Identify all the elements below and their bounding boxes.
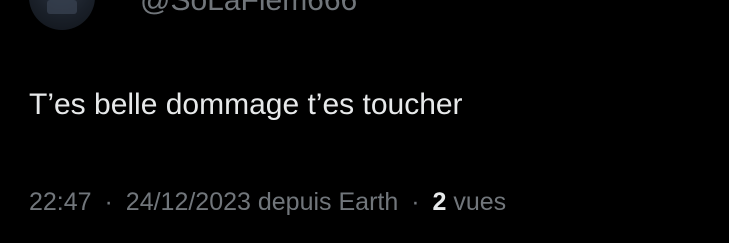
tweet-source: depuis Earth [257,188,399,216]
tweet-time[interactable]: 22:47 [29,188,92,216]
tweet-date[interactable]: 24/12/2023 [126,188,251,216]
meta-separator: · [104,188,113,216]
avatar-image-shape [47,0,77,14]
avatar[interactable] [29,0,95,30]
author-handle[interactable]: @SoLaFlem666 [140,0,357,16]
views-label[interactable]: vues [453,188,506,216]
meta-separator: · [411,188,420,216]
tweet-meta: 22:47 · 24/12/2023 depuis Earth · 2 vues [29,187,506,217]
views-count[interactable]: 2 [432,188,446,216]
tweet-text: T’es belle dommage t’es toucher [29,88,463,121]
